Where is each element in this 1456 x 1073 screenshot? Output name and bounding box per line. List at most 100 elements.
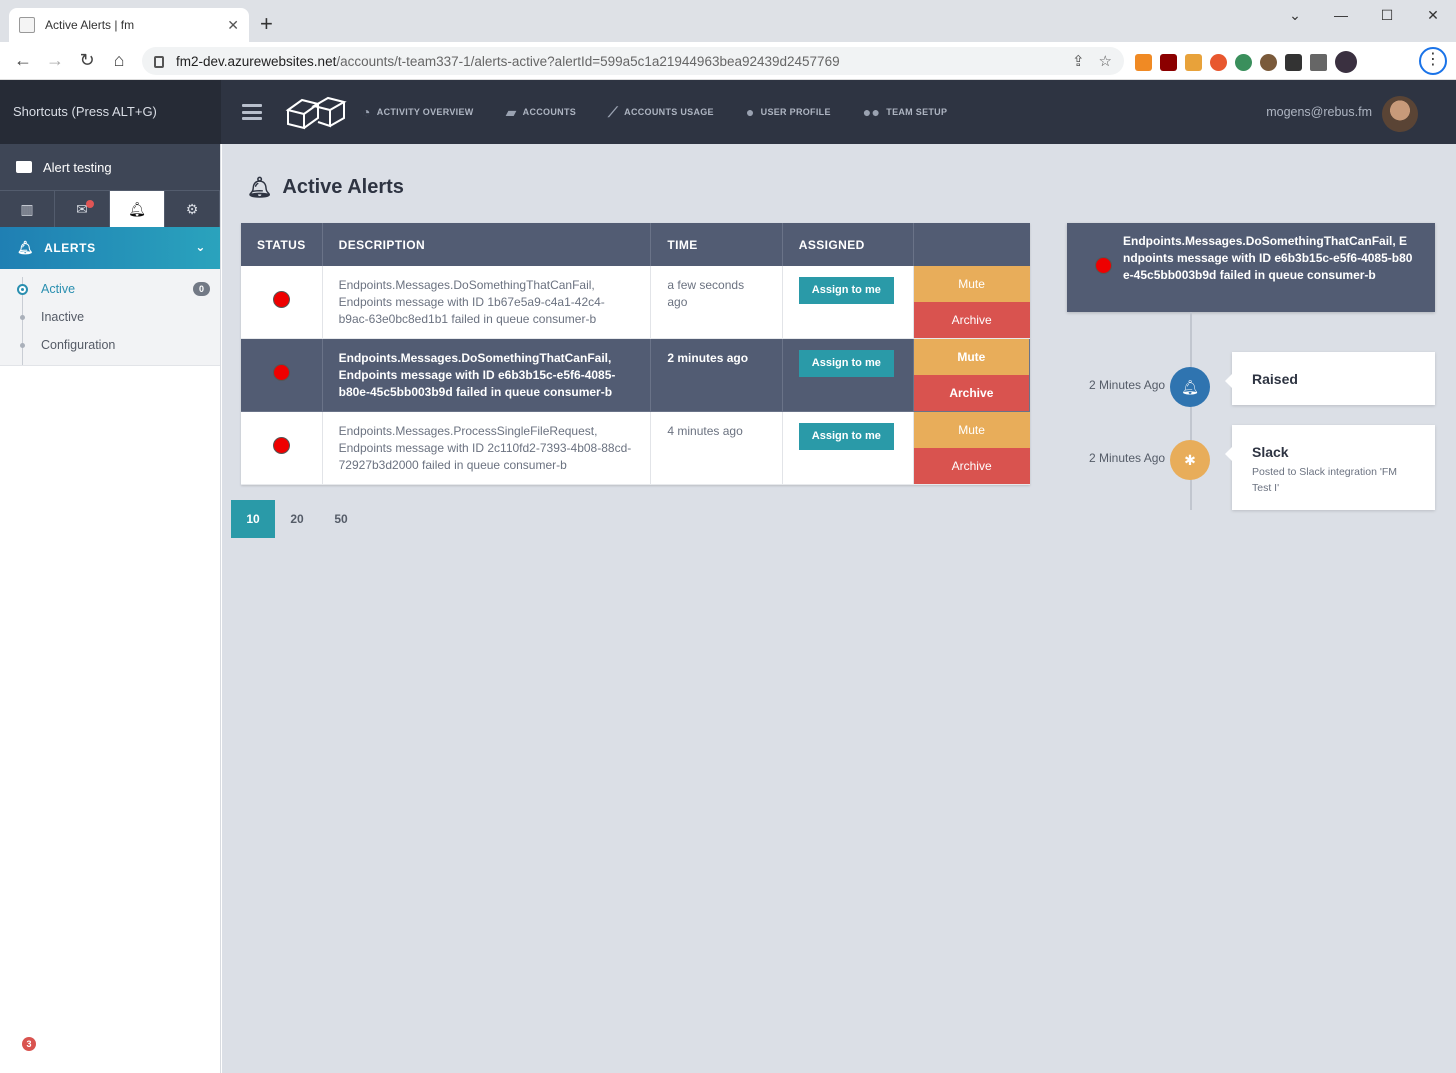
browser-tab[interactable]: Active Alerts | fm ✕ <box>9 8 249 42</box>
alerts-submenu: Active 0 Inactive Configuration <box>0 269 220 366</box>
archive-button[interactable]: Archive <box>913 375 1029 411</box>
favicon-icon <box>19 17 35 33</box>
bullet-icon <box>20 343 25 348</box>
globe-extension-icon[interactable] <box>1235 53 1252 71</box>
puzzle-extension-icon[interactable] <box>1310 53 1327 71</box>
assigned-cell: Assign to me <box>782 338 914 412</box>
dots-extension-icon[interactable] <box>1285 53 1302 71</box>
archive-button[interactable]: Archive <box>913 302 1030 338</box>
bell-icon: 🔔︎ <box>17 240 35 255</box>
app-header: Shortcuts (Press ALT+G) ◔ ACTIVITY OVERV… <box>0 80 1456 144</box>
browser-toolbar: ← → ↻ ⌂ fm2-dev.azurewebsites.net/accoun… <box>0 42 1456 80</box>
cookie-extension-icon[interactable] <box>1260 53 1277 71</box>
gear-icon: ⚙ <box>185 200 199 217</box>
assign-to-me-button[interactable]: Assign to me <box>798 277 894 304</box>
tab-stats[interactable]: ▥ <box>0 191 55 227</box>
sidebar-item-label: Inactive <box>41 310 85 324</box>
profile-avatar-icon[interactable] <box>1335 51 1357 73</box>
table-row-selected[interactable]: Endpoints.Messages.DoSomethingThatCanFai… <box>241 338 1031 412</box>
page-size-selector: 10 20 50 <box>231 500 363 538</box>
line-chart-icon: ⟋ <box>608 103 619 120</box>
reload-icon[interactable]: ↻ <box>76 50 98 70</box>
table-row[interactable]: Endpoints.Messages.ProcessSingleFileRequ… <box>241 411 1030 485</box>
url-text: fm2-dev.azurewebsites.net/accounts/t-tea… <box>176 53 840 69</box>
project-name: Alert testing <box>43 159 112 175</box>
page-title-text: Active Alerts <box>282 176 404 198</box>
assign-to-me-button[interactable]: Assign to me <box>798 423 894 450</box>
notification-badge[interactable]: 3 <box>22 1037 36 1051</box>
status-indicator <box>272 364 290 381</box>
nav-accounts-usage[interactable]: ⟋ ACCOUNTS USAGE <box>608 104 714 121</box>
bar-chart-icon: ▥ <box>20 200 34 217</box>
forward-icon[interactable]: → <box>44 50 66 70</box>
archive-button[interactable]: Archive <box>913 448 1030 484</box>
lock-icon <box>154 56 164 68</box>
sidebar-item-active[interactable]: Active 0 <box>0 275 220 303</box>
mute-button[interactable]: Mute <box>913 266 1030 302</box>
slack-icon: ✱ <box>1170 440 1210 480</box>
top-navigation: ◔ ACTIVITY OVERVIEW ▰ ACCOUNTS ⟋ ACCOUNT… <box>362 80 979 144</box>
rss-extension-icon[interactable] <box>1135 53 1152 71</box>
project-selector[interactable]: Alert testing <box>0 144 220 190</box>
nav-team-setup[interactable]: ●● TEAM SETUP <box>863 104 948 120</box>
logo-icon[interactable] <box>284 92 348 132</box>
tab-search-icon[interactable]: ⌄ <box>1272 0 1318 30</box>
description-cell: Endpoints.Messages.ProcessSingleFileRequ… <box>322 411 652 485</box>
back-icon[interactable]: ← <box>12 50 34 70</box>
time-cell: 4 minutes ago <box>650 411 783 485</box>
actions-cell: Mute Archive <box>913 266 1030 339</box>
column-time: TIME <box>650 223 783 266</box>
count-badge: 0 <box>192 282 210 296</box>
shortcuts-label[interactable]: Shortcuts (Press ALT+G) <box>0 80 221 144</box>
extensions-bar <box>1135 51 1357 73</box>
bell-icon: 🔔︎ <box>1170 367 1210 407</box>
unread-dot <box>86 200 94 208</box>
xml-extension-icon[interactable] <box>1185 53 1202 71</box>
timeline-time: 2 Minutes Ago <box>1089 378 1166 392</box>
window-controls: ⌄ — ☐ ✕ <box>1272 0 1456 32</box>
maximize-button[interactable]: ☐ <box>1364 0 1410 30</box>
user-email[interactable]: mogens@rebus.fm <box>1266 105 1372 119</box>
bell-icon: 🔔︎ <box>128 200 146 217</box>
tab-settings[interactable]: ⚙ <box>165 191 220 227</box>
page-size-20[interactable]: 20 <box>275 500 319 538</box>
assign-to-me-button[interactable]: Assign to me <box>798 350 894 377</box>
tab-alerts[interactable]: 🔔︎ <box>110 191 165 227</box>
mute-button[interactable]: Mute <box>913 339 1029 375</box>
sidebar-item-inactive[interactable]: Inactive <box>0 303 220 331</box>
actions-cell: Mute Archive <box>913 411 1030 485</box>
status-cell <box>241 411 323 485</box>
address-bar[interactable]: fm2-dev.azurewebsites.net/accounts/t-tea… <box>142 47 1124 75</box>
home-icon[interactable]: ⌂ <box>108 50 130 70</box>
main-content: 🔔︎ Active Alerts STATUS DESCRIPTION TIME… <box>222 144 1456 1073</box>
alerts-section-header[interactable]: 🔔︎ ALERTS ⌄ <box>0 227 220 269</box>
page-size-50[interactable]: 50 <box>319 500 363 538</box>
new-tab-button[interactable]: + <box>260 12 273 36</box>
mute-button[interactable]: Mute <box>913 412 1030 448</box>
tab-close-icon[interactable]: ✕ <box>227 17 239 34</box>
star-icon[interactable]: ☆ <box>1099 52 1112 70</box>
status-indicator <box>272 291 290 308</box>
description-cell: Endpoints.Messages.DoSomethingThatCanFai… <box>322 338 652 412</box>
tab-title: Active Alerts | fm <box>45 18 135 32</box>
ublock-extension-icon[interactable] <box>1160 53 1177 71</box>
close-window-button[interactable]: ✕ <box>1410 0 1456 30</box>
tab-messages[interactable]: ✉ <box>55 191 110 227</box>
alerts-table: STATUS DESCRIPTION TIME ASSIGNED Endpoin… <box>241 223 1031 485</box>
nav-accounts[interactable]: ▰ ACCOUNTS <box>506 104 576 121</box>
table-row[interactable]: Endpoints.Messages.DoSomethingThatCanFai… <box>241 266 1030 339</box>
sidebar-item-configuration[interactable]: Configuration <box>0 331 220 359</box>
orange-extension-icon[interactable] <box>1210 53 1227 71</box>
browser-menu-icon[interactable]: ⋮ <box>1419 47 1447 75</box>
sidebar: Alert testing ▥ ✉ 🔔︎ ⚙ 🔔︎ ALERTS ⌄ Activ… <box>0 144 221 1073</box>
bell-icon: 🔔︎ <box>247 177 273 199</box>
page-size-10[interactable]: 10 <box>231 500 275 538</box>
minimize-button[interactable]: — <box>1318 0 1364 30</box>
hamburger-menu-icon[interactable] <box>242 104 262 120</box>
share-icon[interactable]: ⇪ <box>1072 52 1085 70</box>
sidebar-item-label: Configuration <box>41 338 116 352</box>
nav-user-profile[interactable]: ● USER PROFILE <box>746 104 831 120</box>
nav-activity-overview[interactable]: ◔ ACTIVITY OVERVIEW <box>362 104 474 120</box>
avatar[interactable] <box>1382 96 1418 132</box>
status-cell <box>241 266 323 339</box>
